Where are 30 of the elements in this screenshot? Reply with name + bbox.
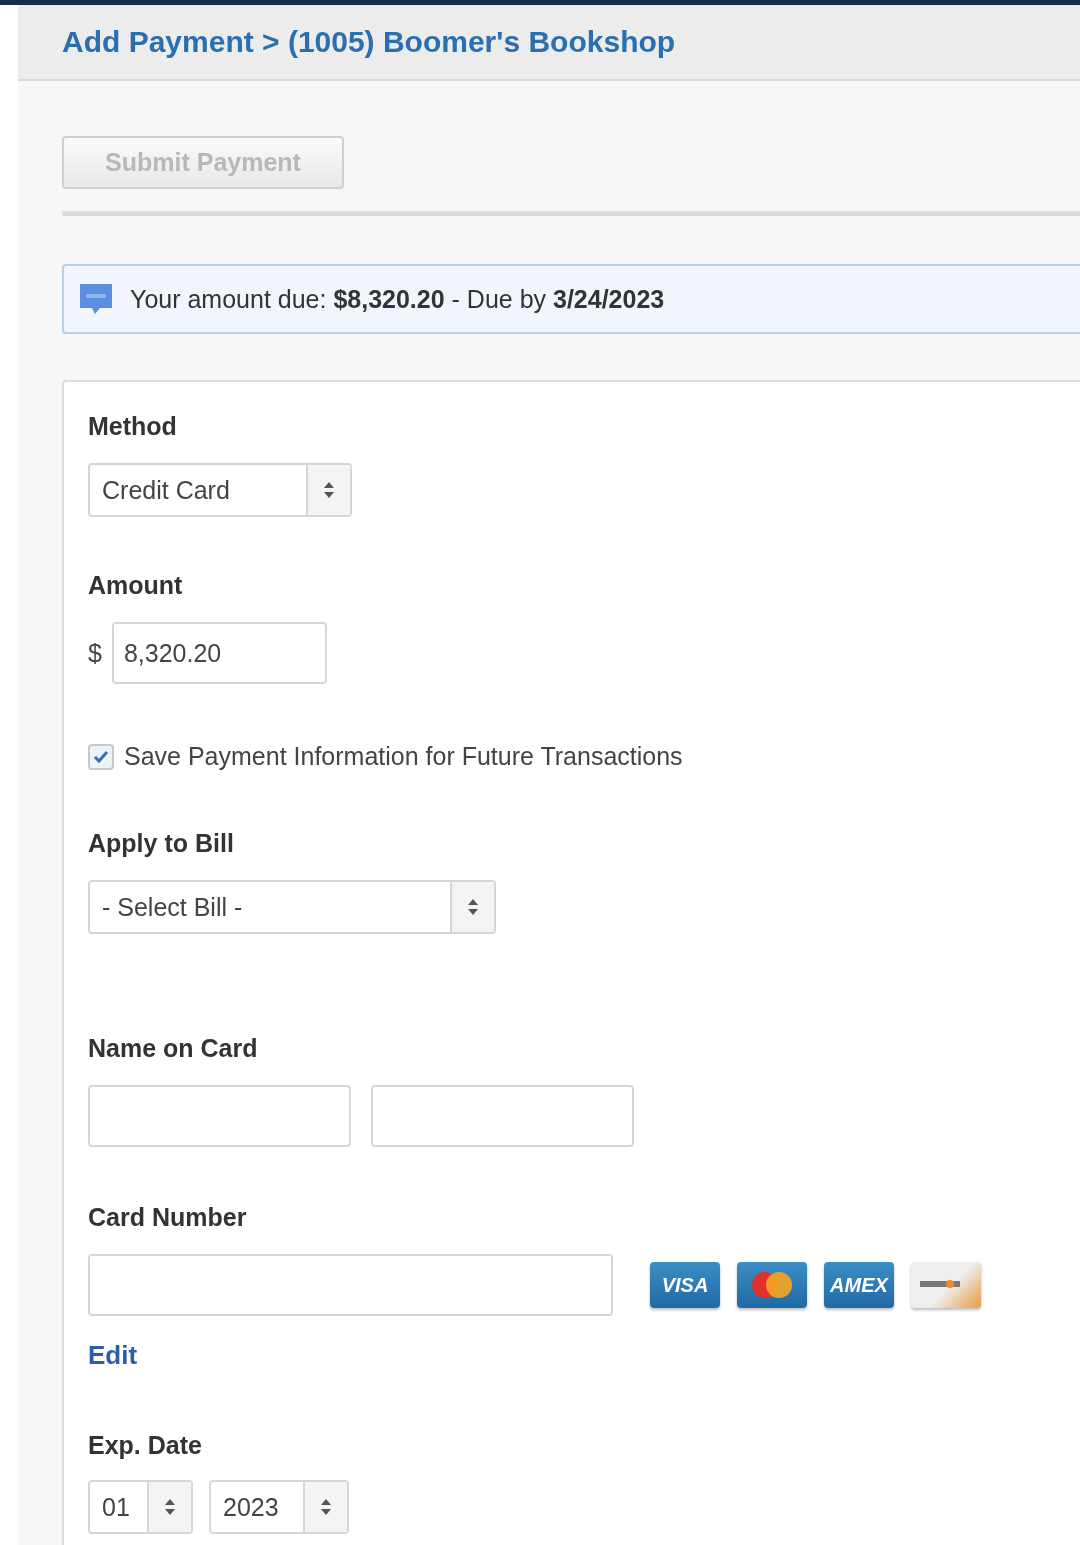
first-name-input[interactable]	[88, 1085, 351, 1147]
checkbox-label: Save Payment Information for Future Transactions	[124, 742, 683, 771]
year-select[interactable]: 2023	[209, 1480, 349, 1534]
card-number-input[interactable]	[88, 1254, 613, 1316]
overlapping-circles-card-icon	[737, 1262, 807, 1308]
currency-symbol: $	[88, 638, 102, 668]
amount-input[interactable]: 8,320.20	[111, 622, 327, 684]
card-logo-icon	[911, 1262, 981, 1308]
field-label: Apply to Bill	[88, 829, 235, 858]
speech-bubble-icon	[78, 282, 114, 316]
field-label: Amount	[88, 571, 184, 600]
amount-due-text: Your amount due: $8,320.20 - Due by 3/24/2023	[130, 284, 665, 314]
up-down-arrows-icon	[165, 1499, 175, 1515]
checkmark-icon	[93, 749, 109, 764]
field-label: Card Number	[88, 1203, 248, 1232]
edit-link[interactable]: Edit	[88, 1340, 138, 1371]
method-select[interactable]: Credit Card	[88, 463, 352, 517]
up-down-arrows-icon	[321, 1499, 331, 1515]
up-down-arrows-icon	[468, 899, 478, 915]
field-label: Name on Card	[88, 1034, 259, 1063]
amex-card-logo: AMEX	[824, 1262, 894, 1308]
field-label: Exp. Date	[88, 1431, 203, 1460]
visa-card-logo: VISA	[650, 1262, 720, 1308]
up-down-arrows-icon	[324, 482, 334, 498]
last-name-input[interactable]	[371, 1085, 634, 1147]
month-select[interactable]: 01	[88, 1480, 193, 1534]
field-label: Method	[88, 412, 178, 441]
page-title: Add Payment > (1005) Boomer's Bookshop	[62, 25, 676, 59]
bill-select[interactable]: - Select Bill -	[88, 880, 496, 934]
save-info-checkbox[interactable]	[88, 743, 114, 770]
